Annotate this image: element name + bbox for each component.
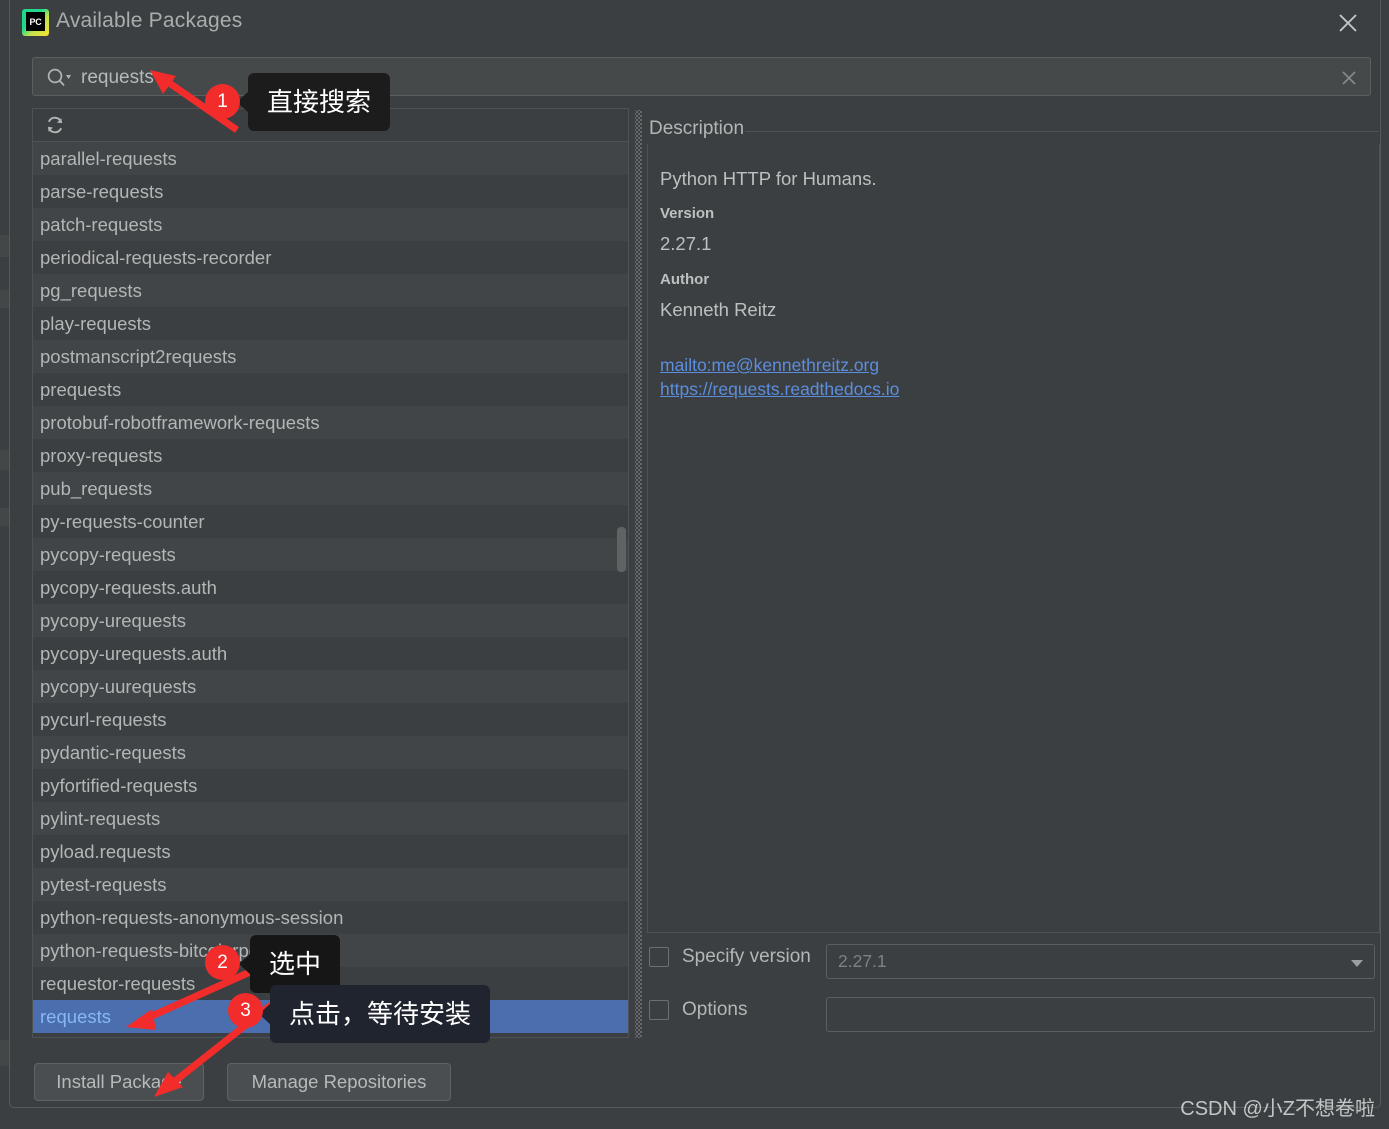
specify-version-row: Specify version	[649, 946, 811, 968]
options-checkbox[interactable]	[649, 1000, 669, 1020]
panel-splitter[interactable]	[635, 110, 642, 1038]
package-list-item[interactable]: pycurl-requests	[33, 703, 628, 736]
version-value: 2.27.1	[660, 233, 712, 254]
package-summary: Python HTTP for Humans.	[660, 168, 877, 189]
background-window-artifact	[0, 235, 9, 257]
package-list-item[interactable]: proxy-requests	[33, 439, 628, 472]
pycharm-logo-icon: PC	[22, 9, 49, 36]
background-window-artifact	[0, 450, 9, 470]
package-list-item[interactable]: play-requests	[33, 307, 628, 340]
description-header: Description	[649, 118, 745, 139]
package-list-item[interactable]: periodical-requests-recorder	[33, 241, 628, 274]
manage-repositories-button[interactable]: Manage Repositories	[227, 1063, 451, 1101]
package-list-item[interactable]: pycopy-urequests	[33, 604, 628, 637]
author-label: Author	[660, 271, 710, 288]
package-list-item[interactable]: requests	[33, 1000, 628, 1033]
search-icon[interactable]	[46, 67, 72, 88]
package-list-item[interactable]: pycopy-requests.auth	[33, 571, 628, 604]
package-list-item[interactable]: py-requests-counter	[33, 505, 628, 538]
install-package-button[interactable]: Install Package	[34, 1063, 204, 1101]
dialog-titlebar: PC Available Packages	[10, 0, 1380, 46]
chevron-down-icon[interactable]	[1351, 960, 1363, 967]
package-list-item[interactable]: python-requests-anonymous-session	[33, 901, 628, 934]
close-icon[interactable]	[1333, 8, 1363, 38]
options-label: Options	[682, 999, 748, 1020]
package-list[interactable]: parallel-requests parse-requests patch-req…	[33, 142, 628, 1037]
options-input[interactable]	[826, 997, 1375, 1032]
package-list-toolbar	[33, 109, 628, 142]
background-window-artifact	[0, 1040, 9, 1066]
package-list-item[interactable]: pub_requests	[33, 472, 628, 505]
package-list-item[interactable]: parallel-requests	[33, 142, 628, 175]
mailto-link[interactable]: mailto:me@kennethreitz.org	[660, 353, 1379, 377]
version-select-value: 2.27.1	[838, 951, 887, 971]
docs-link[interactable]: https://requests.readthedocs.io	[660, 377, 1379, 401]
description-divider	[745, 131, 1379, 132]
package-list-item[interactable]: parse-requests	[33, 175, 628, 208]
package-list-item[interactable]: pytest-requests	[33, 868, 628, 901]
package-list-item[interactable]: postmanscript2requests	[33, 340, 628, 373]
background-window-artifact	[0, 508, 9, 526]
package-list-item[interactable]: requestor-requests	[33, 967, 628, 1000]
clear-icon[interactable]	[1338, 67, 1360, 89]
refresh-icon[interactable]	[45, 115, 65, 135]
scrollbar-thumb[interactable]	[617, 527, 626, 572]
version-label: Version	[660, 205, 715, 222]
screenshot-root: PC Available Packages requests parallel-…	[0, 0, 1389, 1129]
options-row: Options	[649, 999, 747, 1021]
search-input[interactable]: requests	[81, 65, 154, 90]
available-packages-dialog: PC Available Packages requests parallel-…	[9, 0, 1381, 1108]
specify-version-checkbox[interactable]	[649, 947, 669, 967]
description-content: Python HTTP for Humans. Version 2.27.1 A…	[647, 144, 1380, 933]
package-list-item[interactable]: pycopy-uurequests	[33, 670, 628, 703]
package-list-item[interactable]: pyfortified-requests	[33, 769, 628, 802]
package-list-item[interactable]: pycopy-requests	[33, 538, 628, 571]
package-list-item[interactable]: prequests	[33, 373, 628, 406]
package-list-item[interactable]: python-requests-bitcoinrpc	[33, 934, 628, 967]
package-list-item[interactable]: protobuf-robotframework-requests	[33, 406, 628, 439]
package-list-panel: parallel-requests parse-requests patch-req…	[32, 108, 629, 1038]
search-field[interactable]: requests	[32, 57, 1371, 96]
author-value: Kenneth Reitz	[660, 299, 777, 320]
background-window-artifact	[0, 290, 9, 308]
package-list-item[interactable]: pg_requests	[33, 274, 628, 307]
package-list-item[interactable]: patch-requests	[33, 208, 628, 241]
description-links: mailto:me@kennethreitz.org https://reque…	[660, 353, 1379, 401]
version-select[interactable]: 2.27.1	[826, 944, 1375, 979]
dialog-title: Available Packages	[56, 9, 243, 32]
package-list-item[interactable]: pyload.requests	[33, 835, 628, 868]
package-list-item[interactable]: pycopy-urequests.auth	[33, 637, 628, 670]
package-list-scrollbar[interactable]	[616, 142, 627, 1037]
package-list-item[interactable]: pydantic-requests	[33, 736, 628, 769]
package-list-item[interactable]: pylint-requests	[33, 802, 628, 835]
specify-version-label: Specify version	[682, 946, 811, 967]
